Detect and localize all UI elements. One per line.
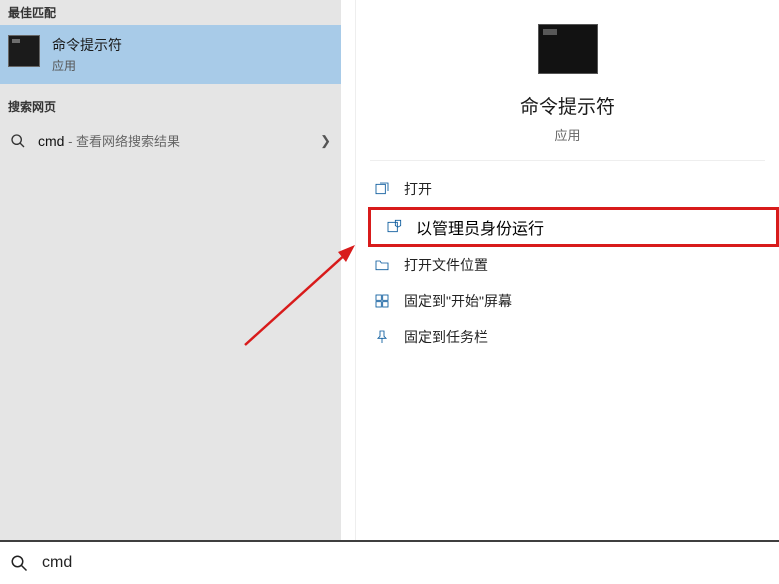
action-run-as-admin[interactable]: 以管理员身份运行 (368, 207, 779, 247)
search-icon (10, 554, 28, 572)
web-suffix: - 查看网络搜索结果 (64, 134, 180, 149)
web-query: cmd (38, 133, 64, 149)
best-match-header: 最佳匹配 (0, 0, 341, 25)
action-open[interactable]: 打开 (356, 171, 779, 207)
result-subtitle: 应用 (52, 57, 122, 74)
search-input[interactable] (42, 554, 769, 572)
action-pin-to-start[interactable]: 固定到"开始"屏幕 (356, 283, 779, 319)
pin-start-icon (374, 293, 390, 309)
preview-header: 命令提示符 应用 (370, 0, 765, 161)
action-label: 打开文件位置 (404, 255, 488, 275)
search-bar[interactable] (0, 540, 779, 584)
search-icon (10, 133, 26, 149)
cmd-icon-large (538, 24, 598, 74)
folder-icon (374, 257, 390, 273)
pin-taskbar-icon (374, 329, 390, 345)
shield-icon (386, 219, 402, 235)
web-search-header: 搜索网页 (0, 94, 341, 119)
action-list: 打开 以管理员身份运行 打开文件位置 固定到"开始"屏幕 固定到任务栏 (356, 161, 779, 365)
action-open-file-location[interactable]: 打开文件位置 (356, 247, 779, 283)
action-label: 打开 (404, 179, 432, 199)
results-panel: 最佳匹配 命令提示符 应用 搜索网页 cmd - 查看网络搜索结果 ❯ (0, 0, 341, 540)
preview-subtitle: 应用 (370, 125, 765, 144)
cmd-icon (8, 35, 40, 67)
preview-title: 命令提示符 (370, 92, 765, 119)
action-pin-to-taskbar[interactable]: 固定到任务栏 (356, 319, 779, 355)
action-label: 以管理员身份运行 (416, 215, 544, 239)
best-match-item[interactable]: 命令提示符 应用 (0, 25, 341, 84)
result-title: 命令提示符 (52, 35, 122, 55)
preview-panel: 命令提示符 应用 打开 以管理员身份运行 打开文件位置 固定到"开始"屏幕 (355, 0, 779, 540)
open-icon (374, 181, 390, 197)
web-search-text: cmd - 查看网络搜索结果 (38, 131, 308, 150)
web-search-item[interactable]: cmd - 查看网络搜索结果 ❯ (0, 119, 341, 162)
chevron-right-icon: ❯ (320, 133, 331, 149)
result-text: 命令提示符 应用 (52, 35, 122, 74)
action-label: 固定到任务栏 (404, 327, 488, 347)
action-label: 固定到"开始"屏幕 (404, 291, 512, 311)
